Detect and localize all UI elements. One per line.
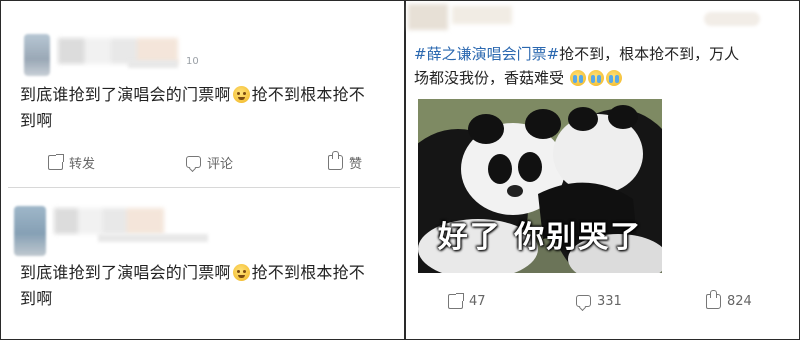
grin-emoji-icon — [232, 264, 250, 281]
repost-button[interactable]: 转发 — [48, 153, 95, 172]
like-button[interactable]: 赞 — [328, 150, 363, 172]
post-actions: 转发 评论 赞 — [8, 150, 400, 174]
panel-divider — [404, 0, 406, 340]
username-blurred[interactable] — [452, 6, 512, 24]
crying-emoji-icon — [569, 70, 586, 86]
like-count: 824 — [727, 293, 752, 309]
post-card-2: 到底谁抢到了演唱会的门票啊 抢不到根本抢不 到啊 — [8, 190, 400, 332]
post-text: #薛之谦演唱会门票#抢不到，根本抢不到，万人 场都没我份，香菇难受 — [414, 42, 786, 90]
timestamp-blurred — [128, 60, 178, 68]
comment-button[interactable]: 331 — [576, 294, 622, 309]
post-text-line: 场都没我份，香菇难受 — [414, 69, 565, 87]
post-text-line: 到啊 — [20, 289, 53, 308]
hashtag-link[interactable]: #薛之谦演唱会门票# — [414, 45, 559, 63]
like-button[interactable]: 824 — [706, 289, 752, 309]
post-card-3: #薛之谦演唱会门票#抢不到，根本抢不到，万人 场都没我份，香菇难受 好了 你别哭… — [408, 4, 796, 336]
image-caption: 好了 你别哭了 — [437, 220, 643, 255]
post-card-1: 10 到底谁抢到了演唱会的门票啊 抢不到根本抢不 到啊 转发 评论 赞 — [8, 8, 400, 188]
thumbs-up-icon — [706, 289, 721, 309]
post-text-line: 抢不到根本抢不 — [251, 263, 366, 282]
post-text-line: 到底谁抢到了演唱会的门票啊 — [20, 85, 231, 104]
comment-button[interactable]: 评论 — [186, 153, 233, 172]
timestamp-fragment: 10 — [186, 56, 199, 67]
repost-label: 转发 — [69, 156, 96, 172]
repost-count: 47 — [469, 293, 486, 309]
crying-emoji-icon — [587, 70, 604, 86]
avatar-blurred[interactable] — [408, 4, 448, 30]
comment-icon — [186, 156, 201, 168]
post-text-line: 到底谁抢到了演唱会的门票啊 — [20, 263, 231, 282]
post-actions: 47 331 824 — [408, 289, 796, 313]
repost-icon — [48, 153, 64, 170]
post-text-line: 抢不到根本抢不 — [251, 85, 366, 104]
post-text: 到底谁抢到了演唱会的门票啊 抢不到根本抢不 到啊 — [20, 260, 396, 312]
username-blurred[interactable] — [54, 208, 164, 234]
avatar-blurred[interactable] — [24, 34, 50, 76]
repost-icon — [448, 292, 464, 309]
post-text-line: 抢不到，根本抢不到，万人 — [559, 45, 740, 63]
post-text: 到底谁抢到了演唱会的门票啊 抢不到根本抢不 到啊 — [20, 82, 396, 134]
comment-icon — [576, 295, 591, 307]
repost-button[interactable]: 47 — [448, 292, 486, 309]
post-text-line: 到啊 — [20, 111, 53, 130]
crying-emoji-icon — [605, 70, 622, 86]
comment-label: 评论 — [207, 156, 234, 172]
thumbs-up-icon — [328, 150, 343, 170]
like-label: 赞 — [349, 156, 363, 172]
grin-emoji-icon — [232, 86, 250, 103]
comment-count: 331 — [597, 293, 622, 309]
follow-button-blurred[interactable] — [704, 12, 760, 26]
avatar-blurred[interactable] — [14, 206, 46, 256]
timestamp-blurred — [98, 234, 208, 242]
